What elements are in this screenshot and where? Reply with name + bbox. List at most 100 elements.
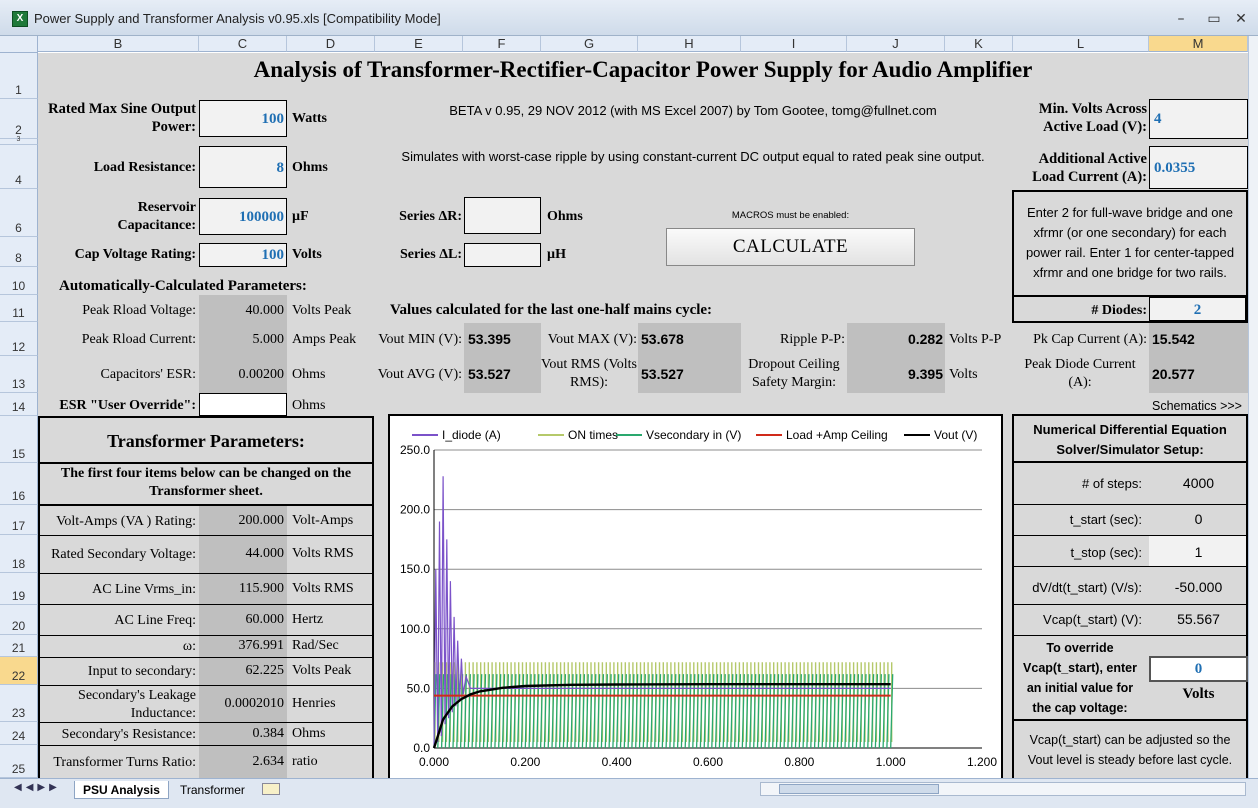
steps-label: # of steps: bbox=[1082, 476, 1142, 491]
sheet-tab-bar: ◀◀▶▶ PSU Analysis Transformer bbox=[0, 778, 1258, 808]
tab-psu-analysis[interactable]: PSU Analysis bbox=[74, 781, 169, 799]
page-title: Analysis of Transformer-Rectifier-Capaci… bbox=[253, 57, 1033, 82]
select-all-corner[interactable] bbox=[0, 36, 38, 53]
tstart-value: 0 bbox=[1194, 511, 1203, 527]
row-header[interactable]: 10 bbox=[0, 267, 38, 295]
tab-scroll-icon[interactable]: ◀◀▶▶ bbox=[14, 782, 61, 793]
col-header-f[interactable]: F bbox=[463, 36, 541, 52]
col-header-j[interactable]: J bbox=[847, 36, 945, 52]
min-volts-value: 4 bbox=[1154, 111, 1162, 127]
row-header[interactable]: 19 bbox=[0, 573, 38, 605]
load-res-value: 8 bbox=[276, 160, 285, 176]
vcap-label: Vcap(t_start) (V): bbox=[1043, 612, 1142, 627]
col-header-g[interactable]: G bbox=[541, 36, 638, 52]
col-header-c[interactable]: C bbox=[199, 36, 287, 52]
row-header[interactable]: 14 bbox=[0, 393, 38, 416]
scroll-thumb[interactable] bbox=[779, 784, 939, 794]
reservoir-value: 100000 bbox=[239, 209, 284, 225]
col-header-k[interactable]: K bbox=[945, 36, 1013, 52]
legend-label: Vsecondary in (V) bbox=[646, 428, 741, 442]
col-header-l[interactable]: L bbox=[1013, 36, 1149, 52]
x-tick-label: 0.000 bbox=[419, 755, 449, 769]
y-tick-label: 0.0 bbox=[413, 741, 430, 755]
x-tick-label: 1.000 bbox=[876, 755, 906, 769]
row-header[interactable]: 22 bbox=[0, 657, 38, 685]
transformer-param-label: AC Line Vrms_in: bbox=[92, 581, 196, 597]
row-header[interactable]: 16 bbox=[0, 463, 38, 505]
series-l-input[interactable] bbox=[464, 243, 541, 267]
additional-current-value: 0.0355 bbox=[1154, 160, 1196, 176]
solver-heading: Numerical Differential Equation Solver/S… bbox=[1033, 422, 1227, 457]
close-icon[interactable]: ✕ bbox=[1230, 10, 1252, 28]
override-unit: Volts bbox=[1182, 686, 1215, 702]
row-header[interactable]: 15 bbox=[0, 416, 38, 463]
ripple-label: Ripple P-P: bbox=[780, 332, 845, 347]
esr-override-label: ESR "User Override": bbox=[59, 398, 196, 413]
transformer-param-value: 62.225 bbox=[245, 663, 285, 678]
restore-icon[interactable]: ▭ bbox=[1203, 10, 1225, 28]
divider bbox=[1012, 566, 1248, 567]
horizontal-scrollbar[interactable] bbox=[760, 782, 1246, 796]
cap-voltage-unit: Volts bbox=[292, 247, 322, 262]
pk-cap-value: 15.542 bbox=[1152, 331, 1195, 347]
col-header-m[interactable]: M bbox=[1149, 36, 1248, 52]
row-header[interactable]: 17 bbox=[0, 505, 38, 535]
series-0-line bbox=[433, 476, 891, 749]
row-header[interactable]: 8 bbox=[0, 237, 38, 267]
row-header[interactable]: 18 bbox=[0, 535, 38, 573]
macros-note: MACROS must be enabled: bbox=[731, 210, 850, 221]
col-header-e[interactable]: E bbox=[375, 36, 463, 52]
ripple-unit: Volts P-P bbox=[949, 332, 1002, 347]
row-header[interactable]: 21 bbox=[0, 635, 38, 657]
col-header-b[interactable]: B bbox=[38, 36, 199, 52]
peak-current-label: Peak Rload Current: bbox=[81, 332, 196, 347]
vcap-value: 55.567 bbox=[1177, 611, 1220, 627]
row-header[interactable]: 13 bbox=[0, 356, 38, 393]
excel-icon: X bbox=[12, 11, 28, 27]
calculate-button[interactable]: CALCULATE bbox=[666, 228, 915, 266]
col-header-i[interactable]: I bbox=[741, 36, 847, 52]
esr-override-input[interactable] bbox=[199, 393, 287, 416]
row-header[interactable]: 12 bbox=[0, 322, 38, 356]
cap-voltage-label: Cap Voltage Rating: bbox=[74, 247, 196, 262]
transformer-param-unit: Henries bbox=[292, 696, 336, 711]
row-header[interactable]: 11 bbox=[0, 295, 38, 322]
row-header[interactable]: 25 bbox=[0, 745, 38, 778]
row-header[interactable]: 4 bbox=[0, 145, 38, 189]
steps-value: 4000 bbox=[1182, 475, 1215, 491]
transformer-param-label: Input to secondary: bbox=[87, 664, 196, 679]
transformer-param-value: 376.991 bbox=[238, 638, 285, 653]
override-label: To override Vcap(t_start), enter an init… bbox=[1023, 641, 1137, 715]
peak-current-value: 5.000 bbox=[252, 332, 285, 347]
row-header[interactable]: 23 bbox=[0, 685, 38, 722]
vertical-scrollbar[interactable] bbox=[1248, 36, 1258, 778]
min-volts-input[interactable] bbox=[1149, 99, 1248, 139]
minimize-icon[interactable]: – bbox=[1170, 10, 1192, 28]
divider bbox=[1012, 461, 1248, 463]
peak-voltage-unit: Volts Peak bbox=[292, 303, 352, 318]
reservoir-label: Reservoir Capacitance: bbox=[117, 200, 196, 233]
insert-sheet-icon[interactable] bbox=[262, 783, 280, 795]
esr-unit: Ohms bbox=[292, 367, 326, 382]
vout-avg-label: Vout AVG (V): bbox=[377, 367, 462, 382]
row-header[interactable]: 6 bbox=[0, 189, 38, 237]
row-header[interactable]: 2 bbox=[0, 99, 38, 139]
col-header-h[interactable]: H bbox=[638, 36, 741, 52]
transformer-param-label: Transformer Turns Ratio: bbox=[53, 754, 196, 770]
row-header[interactable]: 1 bbox=[0, 53, 38, 99]
esr-label: Capacitors' ESR: bbox=[100, 367, 196, 382]
solver-panel bbox=[1012, 414, 1248, 780]
row-header[interactable]: 20 bbox=[0, 605, 38, 635]
series-r-input[interactable] bbox=[464, 197, 541, 234]
peak-current-unit: Amps Peak bbox=[292, 332, 357, 347]
col-header-d[interactable]: D bbox=[287, 36, 375, 52]
transformer-param-label: Secondary's Leakage Inductance: bbox=[78, 687, 196, 721]
transformer-param-value: 2.634 bbox=[252, 754, 285, 769]
transformer-param-label: ω: bbox=[182, 639, 196, 654]
transformer-param-label: Volt-Amps (VA ) Rating: bbox=[56, 514, 196, 529]
tab-transformer[interactable]: Transformer bbox=[172, 781, 253, 799]
schematics-link[interactable]: Schematics >>> bbox=[1152, 399, 1242, 415]
row-header[interactable]: 24 bbox=[0, 722, 38, 745]
reservoir-unit: µF bbox=[292, 209, 309, 224]
x-tick-label: 1.200 bbox=[967, 755, 997, 769]
